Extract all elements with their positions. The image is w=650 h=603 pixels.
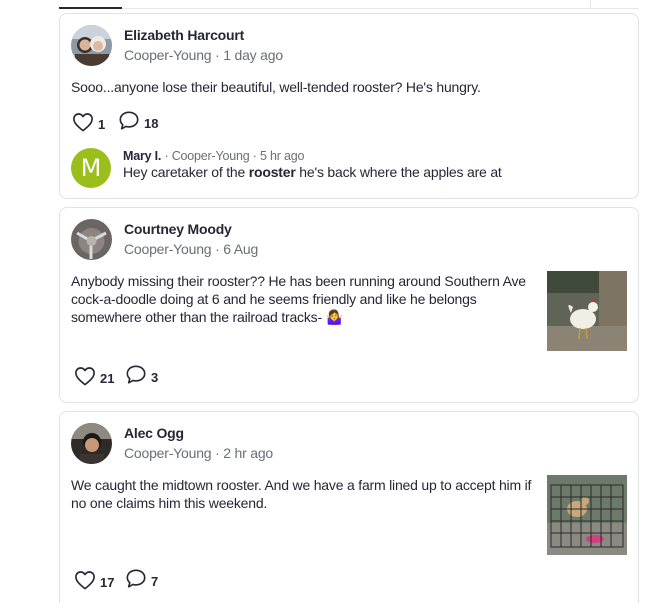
post-neighborhood[interactable]: Cooper-Young [124,47,212,63]
post-photo[interactable] [547,475,627,555]
speech-bubble-icon [119,111,139,130]
post-card[interactable]: Alec Ogg Cooper-Young · 2 hr ago We caug… [59,411,639,603]
like-button[interactable]: 17 [74,569,114,590]
post-time: 6 Aug [223,241,259,257]
like-button[interactable]: 21 [74,365,114,386]
post-meta: Cooper-Young · 1 day ago [124,47,283,63]
speech-bubble-icon [126,365,146,384]
post-text: Sooo...anyone lose their beautiful, well… [71,79,481,95]
comment-count: 7 [151,574,159,589]
post-card[interactable]: Courtney Moody Cooper-Young · 6 Aug Anyb… [59,207,639,403]
comment-button[interactable]: 18 [118,110,158,131]
post-photo[interactable] [547,271,627,351]
post-time: 1 day ago [223,47,283,63]
reply-neighborhood: Cooper-Young [171,149,250,163]
reply-author[interactable]: Mary I. [123,149,161,163]
post-neighborhood[interactable]: Cooper-Young [124,445,212,461]
reply-avatar[interactable]: M [71,148,111,188]
avatar[interactable] [71,25,112,66]
post-author[interactable]: Alec Ogg [124,425,184,441]
comment-count: 18 [144,116,159,131]
heart-icon [73,112,93,131]
like-button[interactable]: 1 [72,111,105,132]
comment-button[interactable]: 3 [125,364,158,385]
like-count: 17 [100,575,115,590]
comment-count: 3 [151,370,159,385]
like-count: 1 [98,117,106,132]
like-count: 21 [100,371,115,386]
reply-time: 5 hr ago [260,149,305,163]
post-neighborhood[interactable]: Cooper-Young [124,241,212,257]
avatar[interactable] [71,219,112,260]
tab-divider [590,0,591,9]
speech-bubble-icon [126,569,146,588]
avatar[interactable] [71,423,112,464]
comment-button[interactable]: 7 [125,568,158,589]
reply-meta: Mary I. · Cooper-Young · 5 hr ago [123,149,305,163]
heart-icon [75,570,95,589]
post-time: 2 hr ago [223,445,274,461]
feed-tabs [59,0,639,9]
post-meta: Cooper-Young · 2 hr ago [124,445,274,461]
post-text: Anybody missing their rooster?? He has b… [71,273,526,325]
post-text: We caught the midtown rooster. And we ha… [71,477,532,511]
post-meta: Cooper-Young · 6 Aug [124,241,259,257]
heart-icon [75,366,95,385]
post-card[interactable]: Elizabeth Harcourt Cooper-Young · 1 day … [59,13,639,199]
active-tab-indicator [59,7,122,9]
post-author[interactable]: Courtney Moody [124,221,232,237]
post-author[interactable]: Elizabeth Harcourt [124,27,244,43]
reply-text: Hey caretaker of the rooster he's back w… [123,164,502,180]
